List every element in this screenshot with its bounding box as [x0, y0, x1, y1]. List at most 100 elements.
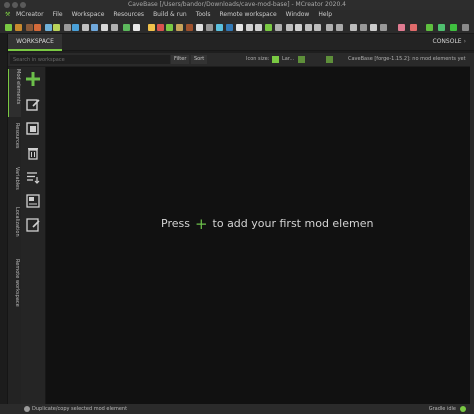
status-hint: Duplicate/copy selected mod element	[32, 406, 128, 412]
model-import-icon[interactable]	[72, 24, 79, 31]
sort-list-icon[interactable]	[26, 170, 40, 184]
right-edge-strip	[470, 53, 474, 404]
menu-window[interactable]: Window	[286, 10, 310, 20]
stop-icon[interactable]	[462, 24, 469, 31]
icon-size-large-icon[interactable]	[272, 56, 279, 63]
cloud-icon[interactable]	[336, 24, 343, 31]
texture-maker-icon[interactable]	[34, 24, 41, 31]
main-toolbar	[0, 20, 474, 34]
book-icon[interactable]	[186, 24, 193, 31]
status-bar: Duplicate/copy selected mod element Grad…	[0, 404, 474, 414]
link-icon[interactable]	[246, 24, 253, 31]
chevron-right-icon: ›	[463, 38, 466, 45]
menu-build-run[interactable]: Build & run	[153, 10, 187, 20]
workspace-info-label: CaveBase [forge-1.15.2]: no mod elements…	[348, 56, 466, 62]
armor-maker-icon[interactable]	[101, 24, 108, 31]
bone-icon[interactable]	[133, 24, 140, 31]
code-icon[interactable]	[286, 24, 293, 31]
folder-icon[interactable]	[380, 24, 387, 31]
menu-tools[interactable]: Tools	[196, 10, 211, 20]
mod-elements-icon[interactable]	[26, 24, 33, 31]
menu-file[interactable]: File	[53, 10, 63, 20]
sound-import-icon[interactable]	[64, 24, 71, 31]
share-icon[interactable]	[360, 24, 367, 31]
gradle-status-icon	[460, 406, 466, 412]
window-title: CaveBase [/Users/bandor/Downloads/cave-m…	[128, 1, 346, 8]
maximize-window-icon[interactable]	[20, 2, 26, 8]
eraser-icon[interactable]	[398, 24, 405, 31]
icon-size-small-icon[interactable]	[326, 56, 333, 63]
gear-icon[interactable]	[166, 24, 173, 31]
title-bar: CaveBase [/Users/bandor/Downloads/cave-m…	[0, 0, 474, 10]
preview-icon[interactable]	[265, 24, 272, 31]
empty-message-suffix: to add your first mod elemen	[212, 217, 374, 230]
menu-remote-workspace[interactable]: Remote workspace	[219, 10, 276, 20]
menu-help[interactable]: Help	[318, 10, 332, 20]
search-input[interactable]	[10, 55, 170, 64]
icon-size-value[interactable]: Lar...	[282, 55, 294, 64]
menu-bar: ⚒ MCreator File Workspace Resources Buil…	[0, 10, 474, 20]
plugin-icon[interactable]	[148, 24, 155, 31]
image-editor-icon[interactable]	[45, 24, 52, 31]
side-tab-variables[interactable]: Variables	[8, 167, 21, 201]
recipe-icon[interactable]	[111, 24, 118, 31]
add-element-icon[interactable]	[26, 72, 40, 86]
pencil-icon[interactable]	[410, 24, 417, 31]
tab-console[interactable]: CONSOLE ›	[433, 34, 466, 51]
earth-icon[interactable]	[226, 24, 233, 31]
side-tab-label: Variables	[14, 167, 20, 190]
lock-icon[interactable]	[305, 24, 312, 31]
side-tab-resources[interactable]: Resources	[8, 123, 21, 159]
minimize-window-icon[interactable]	[12, 2, 18, 8]
plus-icon: +	[194, 214, 208, 233]
empty-workspace-message: Press + to add your first mod elemen	[161, 214, 374, 233]
ruler-icon[interactable]	[236, 24, 243, 31]
map-icon[interactable]	[176, 24, 183, 31]
menu-resources[interactable]: Resources	[113, 10, 144, 20]
menu-workspace[interactable]: Workspace	[72, 10, 105, 20]
music-icon[interactable]	[123, 24, 130, 31]
structure-import-icon[interactable]	[53, 24, 60, 31]
side-tab-remote-workspace[interactable]: Remote workspace	[8, 259, 21, 319]
branch-icon[interactable]	[295, 24, 302, 31]
export-icon[interactable]	[196, 24, 203, 31]
element-tools-column	[21, 67, 46, 404]
obj-model-icon[interactable]	[91, 24, 98, 31]
side-tab-mod-elements[interactable]: Mod elements	[8, 69, 21, 117]
paint-icon[interactable]	[255, 24, 262, 31]
sync-icon[interactable]	[326, 24, 333, 31]
tab-console-label: CONSOLE	[432, 38, 462, 45]
open-workspace-icon[interactable]	[15, 24, 22, 31]
clone-icon[interactable]	[206, 24, 213, 31]
palette-icon[interactable]	[157, 24, 164, 31]
lock-element-icon[interactable]	[26, 218, 40, 232]
side-tab-label: Localization	[14, 207, 20, 237]
image-icon[interactable]	[216, 24, 223, 31]
menu-mcreator[interactable]: MCreator	[16, 10, 44, 20]
refresh-icon[interactable]	[314, 24, 321, 31]
edit-element-icon[interactable]	[26, 98, 40, 112]
close-window-icon[interactable]	[4, 2, 10, 8]
play-icon[interactable]	[450, 24, 457, 31]
bug-icon[interactable]	[275, 24, 282, 31]
run-client-icon[interactable]	[426, 24, 433, 31]
sort-button[interactable]: Sort	[191, 55, 208, 64]
tab-workspace[interactable]: WORKSPACE	[8, 34, 62, 51]
workspace-settings-icon[interactable]	[5, 24, 12, 31]
side-tab-label: Resources	[14, 123, 20, 149]
hammer-icon[interactable]	[370, 24, 377, 31]
icon-size-medium-icon[interactable]	[298, 56, 305, 63]
side-tabs: Mod elements Resources Variables Localiz…	[8, 67, 21, 404]
delete-element-icon[interactable]	[26, 146, 40, 160]
export-element-icon[interactable]	[26, 194, 40, 208]
filter-button[interactable]: Filter	[171, 55, 190, 64]
side-tab-localization[interactable]: Localization	[8, 207, 21, 247]
mod-elements-workspace[interactable]: Press + to add your first mod elemen	[46, 67, 470, 404]
wrench-icon[interactable]	[350, 24, 357, 31]
empty-message-prefix: Press	[161, 217, 190, 230]
run-server-icon[interactable]	[438, 24, 445, 31]
mcreator-logo-icon: ⚒	[5, 11, 11, 18]
java-model-icon[interactable]	[82, 24, 89, 31]
duplicate-element-icon[interactable]	[26, 122, 40, 136]
side-tab-label: Remote workspace	[14, 259, 20, 307]
